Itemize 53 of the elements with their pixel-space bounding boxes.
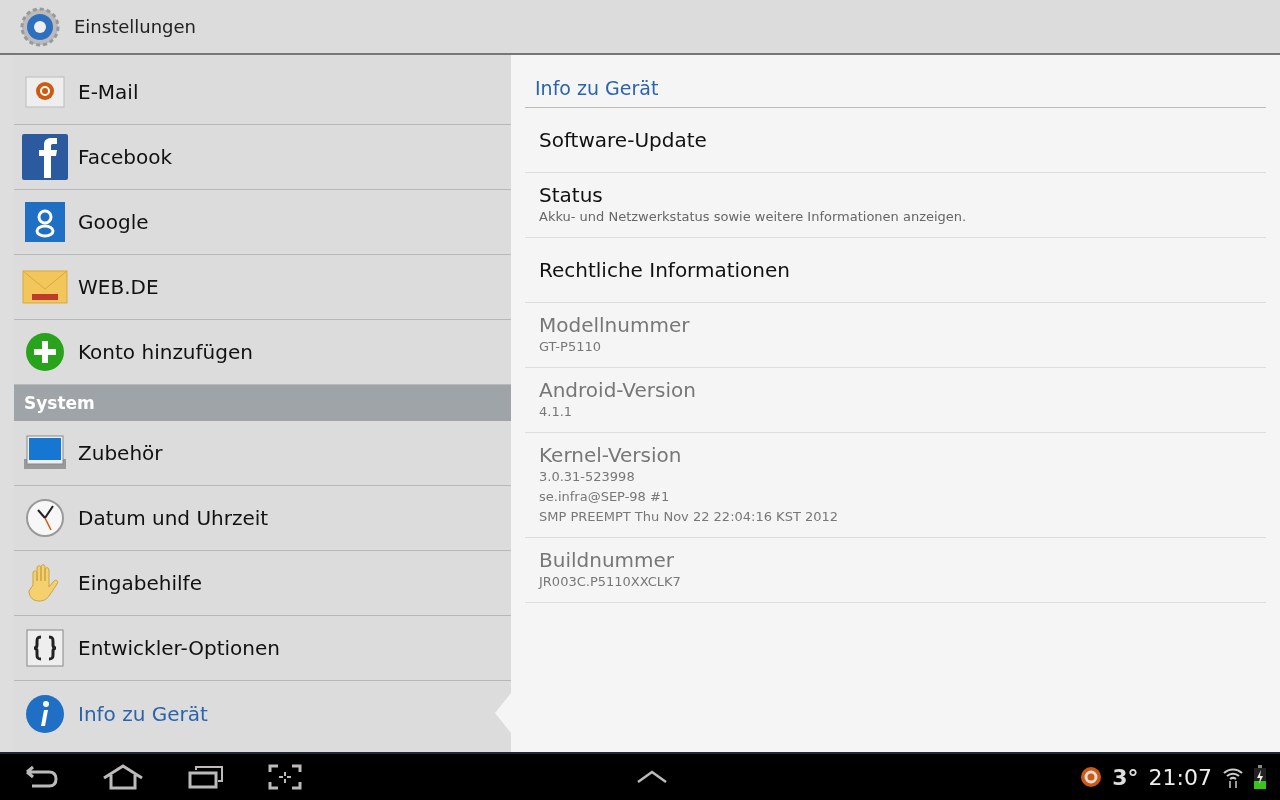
preference-summary: JR003C.P5110XXCLK7	[539, 573, 682, 591]
envelope-icon	[22, 270, 68, 304]
tablet-icon	[22, 435, 68, 471]
settings-item-label: Entwickler-Optionen	[78, 636, 280, 660]
preference-item[interactable]: Rechtliche Informationen	[525, 238, 1266, 303]
panel-header: Info zu Gerät	[525, 69, 1266, 108]
settings-item-label: Google	[78, 210, 149, 234]
temperature-text: 3°	[1112, 764, 1139, 790]
weather-icon	[1080, 766, 1103, 788]
preference-title: Kernel-Version	[539, 443, 683, 467]
settings-item[interactable]: Facebook	[14, 125, 511, 190]
back-icon[interactable]	[24, 765, 58, 789]
gear-icon	[20, 6, 60, 47]
settings-item[interactable]: Datum und Uhrzeit	[14, 486, 511, 551]
letter-g-icon	[22, 202, 68, 242]
envelope-icon	[22, 75, 68, 109]
preference-title: Software-Update	[539, 128, 708, 152]
preference-summary: 3.0.31-523998 se.infra@SEP-98 #1 SMP PREEMPT Thu Nov 22 22:04:16 KST 2012	[539, 468, 840, 526]
preference-summary: Akku- und Netzwerkstatus sowie weitere Informationen anzeigen.	[539, 208, 968, 226]
settings-item-label: E-Mail	[78, 80, 139, 104]
preference-item[interactable]: Software-Update	[525, 108, 1266, 173]
section-header: System	[14, 385, 511, 421]
letter-f-icon	[22, 134, 68, 180]
clock-time: 21:07	[1148, 764, 1212, 790]
settings-item-label: Datum und Uhrzeit	[78, 506, 269, 530]
preference-title: Status	[539, 183, 604, 207]
preference-title: Modellnummer	[539, 313, 691, 337]
preference-title: Buildnummer	[539, 548, 676, 572]
preference-title: Android-Version	[539, 378, 697, 402]
settings-item-label: Info zu Gerät	[78, 701, 208, 726]
settings-item-label: Konto hinzufügen	[78, 340, 253, 364]
settings-item[interactable]: Entwickler-Optionen	[14, 616, 511, 681]
settings-item[interactable]: Info zu Gerät	[14, 681, 511, 746]
preference-item[interactable]: Status Akku- und Netzwerkstatus sowie weitere Informationen anzeigen.	[525, 173, 1266, 238]
wifi-icon	[1222, 765, 1244, 789]
settings-item-label: Facebook	[78, 145, 172, 169]
settings-item-label: Eingabehilfe	[78, 571, 202, 595]
settings-item[interactable]: Google	[14, 190, 511, 255]
app-title: Einstellungen	[74, 16, 197, 37]
settings-item[interactable]: E-Mail	[14, 60, 511, 125]
preference-summary: 4.1.1	[539, 403, 574, 421]
home-icon[interactable]	[102, 764, 144, 790]
caret-up-icon[interactable]	[636, 770, 669, 784]
preference-title: Rechtliche Informationen	[539, 258, 791, 282]
screenshot-icon[interactable]	[268, 764, 302, 790]
battery-charging-icon	[1254, 765, 1266, 789]
settings-item[interactable]: Eingabehilfe	[14, 551, 511, 616]
preference-summary: GT-P5110	[539, 338, 602, 356]
settings-item-label: Zubehör	[78, 441, 163, 465]
settings-item[interactable]: Zubehör	[14, 421, 511, 486]
settings-item-label: WEB.DE	[78, 275, 159, 299]
settings-item[interactable]: WEB.DE	[14, 255, 511, 320]
recent-apps-icon[interactable]	[188, 765, 224, 789]
